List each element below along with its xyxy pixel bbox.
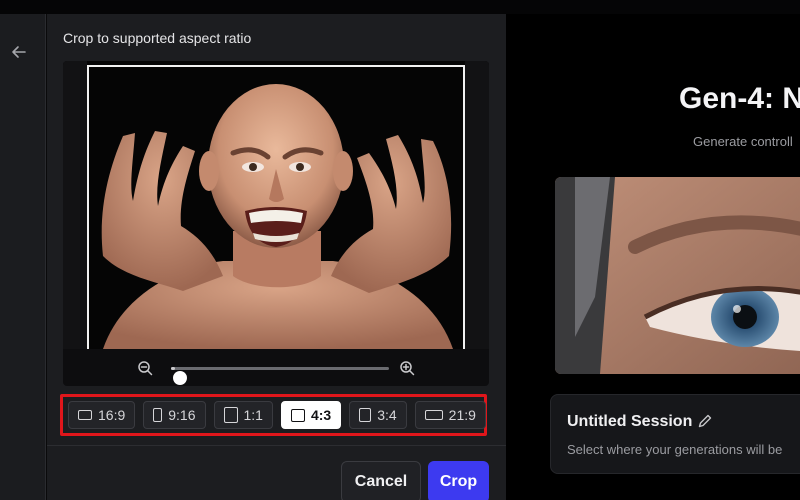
crop-dialog-title: Crop to supported aspect ratio xyxy=(63,30,252,46)
aspect-ratio-icon xyxy=(290,408,305,422)
aspect-ratio-label: 1:1 xyxy=(243,407,263,423)
back-arrow-icon[interactable] xyxy=(9,42,29,62)
aspect-ratio-icon xyxy=(223,407,238,423)
session-card[interactable]: Untitled Session Select where your gener… xyxy=(550,394,800,474)
crop-dialog: Crop to supported aspect ratio 16:9 9:16… xyxy=(47,14,506,500)
cancel-button[interactable]: Cancel xyxy=(341,461,421,500)
aspect-ratio-21-9[interactable]: 21:9 xyxy=(414,401,486,429)
session-title: Untitled Session xyxy=(567,413,693,430)
aspect-ratio-label: 4:3 xyxy=(310,407,332,423)
dialog-divider xyxy=(47,445,506,446)
aspect-ratio-3-4[interactable]: 3:4 xyxy=(349,401,407,429)
aspect-ratio-selector: 16:9 9:16 1:1 4:3 3:4 21:9 xyxy=(60,394,487,436)
aspect-ratio-icon xyxy=(78,410,92,420)
crop-mask-right xyxy=(465,61,489,349)
aspect-ratio-label: 21:9 xyxy=(448,407,476,423)
zoom-out-icon[interactable] xyxy=(137,360,153,376)
aspect-ratio-9-16[interactable]: 9:16 xyxy=(143,401,206,429)
zoom-slider-thumb[interactable] xyxy=(173,371,188,385)
source-photo xyxy=(63,61,489,349)
generation-panel: Gen-4: N Generate controll Untitled Sess… xyxy=(506,14,800,500)
model-title: Gen-4: N xyxy=(679,82,800,115)
session-subtitle: Select where your generations will be xyxy=(567,442,783,457)
pencil-icon[interactable] xyxy=(697,413,713,429)
crop-button[interactable]: Crop xyxy=(428,461,489,500)
aspect-ratio-label: 16:9 xyxy=(98,407,126,423)
aspect-ratio-label: 3:4 xyxy=(377,407,397,423)
aspect-ratio-icon xyxy=(359,408,372,422)
aspect-ratio-1-1[interactable]: 1:1 xyxy=(213,401,273,429)
aspect-ratio-4-3[interactable]: 4:3 xyxy=(280,401,342,429)
aspect-ratio-icon xyxy=(153,408,163,422)
top-bar xyxy=(0,0,800,14)
aspect-ratio-label: 9:16 xyxy=(168,407,196,423)
aspect-ratio-16-9[interactable]: 16:9 xyxy=(68,401,136,429)
crop-mask-left xyxy=(63,61,87,349)
crop-area[interactable] xyxy=(63,61,489,386)
preview-image xyxy=(555,177,800,374)
zoom-slider[interactable] xyxy=(171,367,389,385)
model-subtitle: Generate controll xyxy=(693,134,793,149)
zoom-in-icon[interactable] xyxy=(399,360,415,376)
zoom-slider-fill xyxy=(171,367,176,370)
left-rail xyxy=(0,14,46,500)
aspect-ratio-options: 16:9 9:16 1:1 4:3 3:4 21:9 xyxy=(68,401,486,429)
aspect-ratio-icon xyxy=(424,410,443,420)
zoom-controls xyxy=(63,357,489,385)
